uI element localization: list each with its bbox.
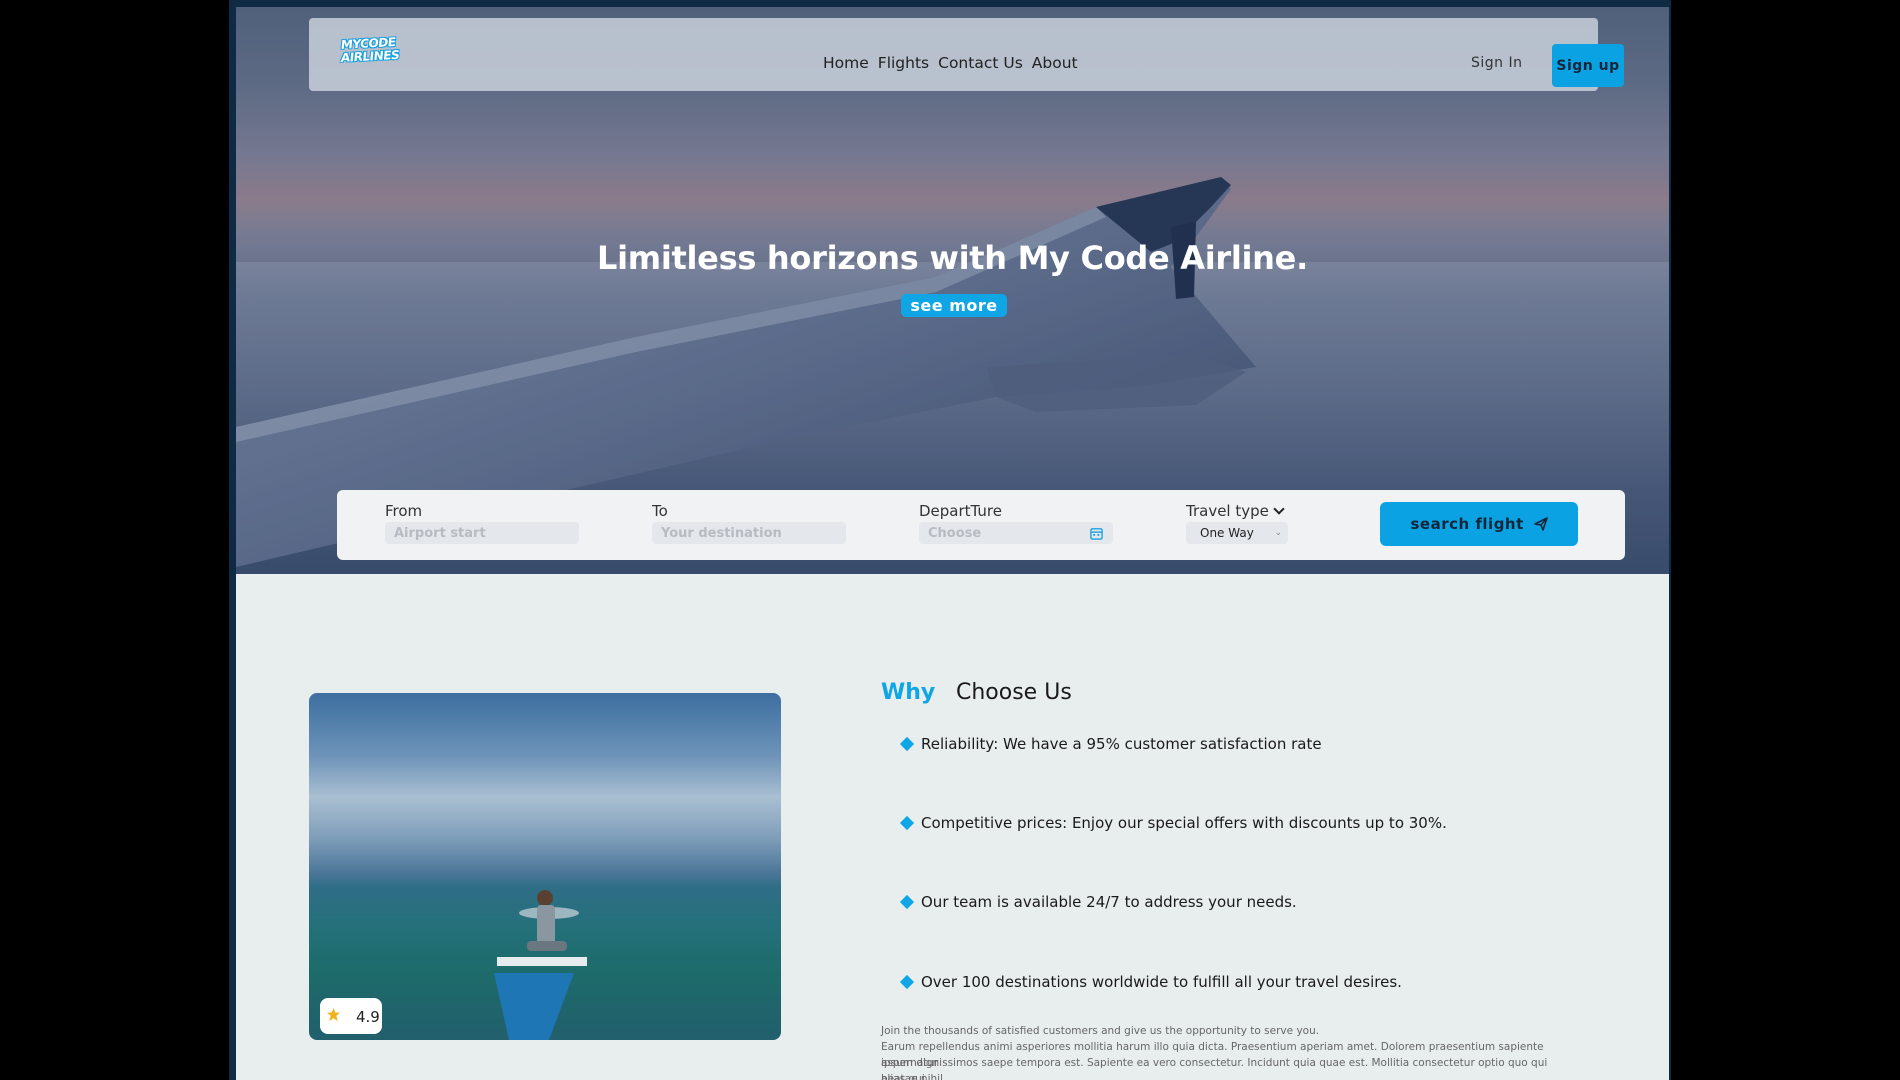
- departure-field: DepartTure: [919, 502, 1113, 544]
- brand-logo[interactable]: MYCODE AIRLINES: [340, 35, 411, 71]
- reason-item: Competitive prices: Enjoy our special of…: [899, 814, 1447, 832]
- diamond-bullet-icon: [899, 815, 915, 831]
- chevron-down-icon: [1273, 503, 1285, 515]
- traveler-photo: 4.9: [309, 693, 781, 1040]
- photo-scene: [494, 890, 587, 1040]
- browser-frame: MYCODE AIRLINES Home Flights Contact Us …: [229, 0, 1671, 1080]
- hero-title-text: Limitless horizons with My Code Airline.: [597, 239, 1308, 277]
- paper-plane-icon: [1533, 517, 1548, 531]
- travel-type-field: Travel type One Way ⌄: [1186, 502, 1288, 544]
- top-navbar: MYCODE AIRLINES Home Flights Contact Us …: [309, 18, 1624, 91]
- travel-type-value: One Way: [1200, 526, 1254, 540]
- nav-link-contact-us[interactable]: Contact Us: [938, 54, 1023, 72]
- to-input[interactable]: [652, 522, 846, 544]
- page: MYCODE AIRLINES Home Flights Contact Us …: [236, 7, 1669, 1080]
- travel-type-label: Travel type: [1186, 502, 1288, 520]
- travel-type-label-text: Travel type: [1186, 502, 1269, 520]
- to-label: To: [652, 502, 668, 520]
- why-heading: Why: [881, 680, 936, 705]
- reason-item: Our team is available 24/7 to address yo…: [899, 893, 1297, 911]
- choose-us-heading: Choose Us: [956, 680, 1072, 705]
- departure-input-wrap: [919, 522, 1113, 544]
- reason-text: Over 100 destinations worldwide to fulfi…: [921, 973, 1402, 991]
- from-field: From: [385, 502, 579, 544]
- sign-up-button[interactable]: Sign up: [1552, 44, 1624, 87]
- reason-item: Over 100 destinations worldwide to fulfi…: [899, 973, 1402, 991]
- rating-badge: 4.9: [320, 998, 382, 1034]
- to-field: To: [652, 502, 846, 544]
- search-flight-label: search flight: [1410, 515, 1524, 533]
- logo-line-2: AIRLINES: [340, 47, 400, 65]
- star-icon: [326, 1007, 341, 1022]
- diamond-bullet-icon: [899, 894, 915, 910]
- nav-link-flights[interactable]: Flights: [878, 54, 929, 72]
- nav-link-home[interactable]: Home: [823, 54, 869, 72]
- reason-text: Competitive prices: Enjoy our special of…: [921, 814, 1447, 832]
- select-chevron-icon: ⌄: [1274, 528, 1282, 538]
- diamond-bullet-icon: [899, 974, 915, 990]
- from-input[interactable]: [385, 522, 579, 544]
- hero-overlay: [236, 7, 1669, 574]
- see-more-button[interactable]: see more: [901, 294, 1007, 317]
- search-flight-button[interactable]: search flight: [1380, 502, 1578, 546]
- hero-section: MYCODE AIRLINES Home Flights Contact Us …: [236, 7, 1669, 574]
- nav-link-about[interactable]: About: [1032, 54, 1078, 72]
- departure-label: DepartTure: [919, 502, 1002, 520]
- flight-search-bar: From To DepartTure: [337, 490, 1625, 560]
- hero-title: Limitless horizons with My Code Airline.: [236, 239, 1669, 277]
- calendar-icon[interactable]: [1090, 527, 1103, 540]
- travel-type-select[interactable]: One Way ⌄: [1186, 522, 1288, 544]
- from-label: From: [385, 502, 423, 520]
- departure-input[interactable]: [919, 522, 1113, 544]
- reason-item: Reliability: We have a 95% customer sati…: [899, 735, 1322, 753]
- body-paragraph-line: alias qui.: [881, 1073, 929, 1080]
- reason-text: Reliability: We have a 95% customer sati…: [921, 735, 1322, 753]
- sign-in-link[interactable]: Sign In: [1471, 55, 1523, 71]
- rating-value: 4.9: [356, 1008, 380, 1026]
- diamond-bullet-icon: [899, 736, 915, 752]
- intro-paragraph-line: Join the thousands of satisfied customer…: [881, 1025, 1320, 1037]
- reason-text: Our team is available 24/7 to address yo…: [921, 893, 1297, 911]
- nav-links: Home Flights Contact Us About: [823, 54, 1078, 72]
